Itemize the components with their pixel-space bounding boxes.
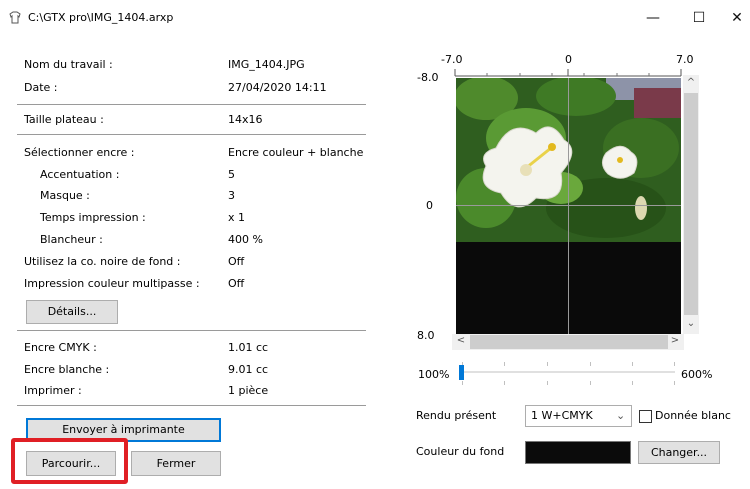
- accentuation-value: 5: [228, 168, 235, 181]
- job-name-value: IMG_1404.JPG: [228, 58, 305, 71]
- chevron-down-icon: ⌄: [616, 409, 626, 422]
- black-bg-label: Utilisez la co. noire de fond :: [24, 255, 181, 268]
- white-ink-value: 9.01 cc: [228, 363, 269, 376]
- app-icon: [9, 11, 21, 24]
- maximize-button[interactable]: ☐: [684, 7, 714, 29]
- background-color-label: Couleur du fond: [416, 445, 505, 458]
- date-value: 27/04/2020 14:11: [228, 81, 327, 94]
- cmyk-ink-label: Encre CMYK :: [24, 341, 97, 354]
- render-preset-select[interactable]: 1 W+CMYK ⌄: [525, 405, 632, 427]
- scroll-down-icon[interactable]: ⌄: [684, 318, 698, 329]
- white-data-checkbox[interactable]: [639, 410, 652, 423]
- preview-vertical-scrollbar[interactable]: ^ ⌄: [683, 75, 699, 334]
- y-axis-min-label: -8.0: [417, 71, 439, 84]
- title-bar: C:\GTX pro\IMG_1404.arxp — ☐ ✕: [0, 0, 750, 36]
- print-count-label: Imprimer :: [24, 384, 82, 397]
- white-ink-label: Encre blanche :: [24, 363, 110, 376]
- cmyk-ink-value: 1.01 cc: [228, 341, 269, 354]
- job-name-label: Nom du travail :: [24, 58, 113, 71]
- zoom-max-label: 600%: [681, 368, 713, 381]
- preview-ruler: [454, 69, 682, 77]
- white-data-label: Donnée blanc: [655, 409, 731, 422]
- y-axis-max-label: 8.0: [417, 329, 435, 342]
- y-axis-zero-label: 0: [426, 199, 433, 212]
- print-time-value: x 1: [228, 211, 246, 224]
- mask-label: Masque :: [40, 189, 90, 202]
- ink-select-label: Sélectionner encre :: [24, 146, 135, 159]
- close-window-button[interactable]: ✕: [722, 7, 750, 29]
- whiteness-label: Blancheur :: [40, 233, 103, 246]
- preview-horizontal-scrollbar[interactable]: < >: [452, 334, 684, 350]
- divider: [17, 405, 366, 406]
- black-bg-value: Off: [228, 255, 245, 268]
- horizontal-scroll-thumb[interactable]: [470, 335, 668, 349]
- window-title: C:\GTX pro\IMG_1404.arxp: [28, 11, 174, 24]
- background-color-swatch: [525, 441, 631, 464]
- zoom-slider-thumb[interactable]: [459, 365, 464, 380]
- accentuation-label: Accentuation :: [40, 168, 120, 181]
- minimize-button[interactable]: —: [638, 7, 668, 29]
- preview-crosshair-vertical: [568, 78, 569, 334]
- change-color-button[interactable]: Changer...: [638, 441, 720, 464]
- print-count-value: 1 pièce: [228, 384, 269, 397]
- multipass-label: Impression couleur multipasse :: [24, 277, 200, 290]
- divider: [17, 134, 366, 135]
- ink-select-value: Encre couleur + blanche: [228, 146, 364, 159]
- print-preview-canvas[interactable]: [456, 78, 681, 334]
- divider: [17, 104, 366, 105]
- mask-value: 3: [228, 189, 235, 202]
- vertical-scroll-thumb[interactable]: [684, 93, 698, 315]
- divider: [17, 330, 366, 331]
- whiteness-value: 400 %: [228, 233, 263, 246]
- browse-highlight-box: [11, 438, 128, 484]
- scroll-right-icon[interactable]: >: [668, 335, 682, 346]
- platen-size-label: Taille plateau :: [24, 113, 104, 126]
- zoom-slider-track[interactable]: [461, 371, 675, 373]
- date-label: Date :: [24, 81, 58, 94]
- scroll-up-icon[interactable]: ^: [684, 77, 698, 88]
- render-preset-label: Rendu présent: [416, 409, 497, 422]
- multipass-value: Off: [228, 277, 245, 290]
- preview-crosshair-horizontal: [456, 205, 681, 206]
- close-button[interactable]: Fermer: [131, 451, 221, 476]
- zoom-min-label: 100%: [418, 368, 450, 381]
- details-button[interactable]: Détails...: [26, 300, 118, 324]
- render-preset-value: 1 W+CMYK: [531, 409, 593, 422]
- scroll-left-icon[interactable]: <: [454, 335, 468, 346]
- print-time-label: Temps impression :: [40, 211, 146, 224]
- platen-size-value: 14x16: [228, 113, 263, 126]
